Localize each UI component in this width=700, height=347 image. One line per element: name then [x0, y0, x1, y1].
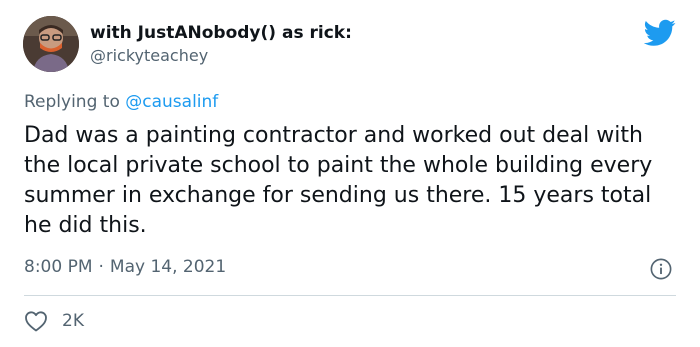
- twitter-bird-icon[interactable]: [644, 19, 676, 47]
- reply-mention-link[interactable]: @causalinf: [125, 92, 218, 112]
- info-icon[interactable]: [650, 258, 672, 280]
- like-count: 2K: [62, 311, 84, 331]
- author-handle[interactable]: @rickyteachey: [90, 46, 208, 65]
- avatar-image: [23, 16, 79, 72]
- tweet-time: 8:00 PM: [24, 257, 93, 277]
- replying-to: Replying to @causalinf: [24, 92, 218, 112]
- replying-to-label: Replying to: [24, 92, 126, 112]
- tweet-date: May 14, 2021: [109, 257, 227, 277]
- author-display-name[interactable]: with JustANobody() as rick:: [90, 23, 352, 43]
- divider: [24, 295, 676, 296]
- heart-icon: [25, 311, 47, 332]
- tweet-timestamp[interactable]: 8:00 PM · May 14, 2021: [24, 257, 226, 277]
- meta-separator: ·: [98, 257, 104, 277]
- like-button[interactable]: 2K: [24, 309, 84, 333]
- tweet-card: with JustANobody() as rick: @rickyteache…: [0, 0, 700, 347]
- tweet-text: Dad was a painting contractor and worked…: [24, 123, 653, 238]
- avatar[interactable]: [23, 16, 79, 72]
